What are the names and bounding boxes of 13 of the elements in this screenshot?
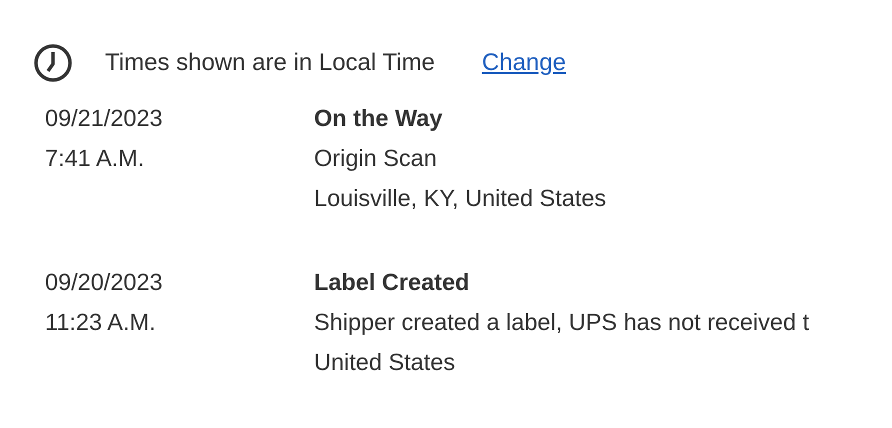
clock-icon <box>33 43 73 83</box>
timezone-notice: Times shown are in Local Time <box>105 49 435 77</box>
event-date: 09/20/2023 <box>45 268 164 297</box>
event-description: Origin Scan <box>314 144 438 173</box>
event-status: Label Created <box>314 268 470 297</box>
change-link[interactable]: Change <box>482 49 566 77</box>
event-date: 09/21/2023 <box>45 104 164 133</box>
event-location: Louisville, KY, United States <box>314 184 608 213</box>
event-time: 7:41 A.M. <box>45 144 146 173</box>
event-location: United States <box>314 348 456 377</box>
event-description: Shipper created a label, UPS has not received t <box>314 308 810 337</box>
event-time: 11:23 A.M. <box>45 308 157 337</box>
event-status: On the Way <box>314 104 444 133</box>
